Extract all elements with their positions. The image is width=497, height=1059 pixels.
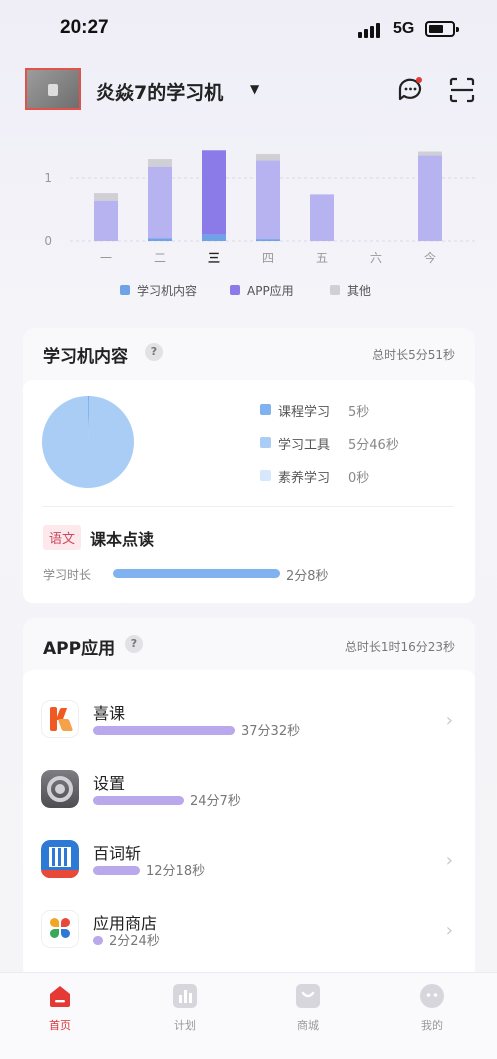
x-tick-label[interactable]: 三 (208, 251, 220, 265)
legend-label: 其他 (347, 284, 371, 298)
legend-swatch (260, 404, 271, 415)
profile-icon (420, 984, 444, 1008)
app-store-icon (41, 910, 79, 948)
learning-card-title: 学习机内容 (43, 347, 128, 367)
scan-icon[interactable] (448, 76, 476, 104)
app-card-total: 总时长1时16分23秒 (344, 640, 455, 654)
bar-APP应用-四 (256, 160, 280, 240)
chevron-right-icon[interactable]: › (446, 850, 453, 871)
app-usage-time: 37分32秒 (241, 724, 301, 739)
learning-pie-chart (42, 396, 134, 488)
app-row-1[interactable]: 喜课 37分32秒 › (23, 692, 475, 762)
legend-label: 学习机内容 (137, 283, 197, 298)
bar-其他-四 (256, 154, 280, 161)
plan-icon (173, 984, 197, 1008)
xike-app-icon (41, 700, 79, 738)
bar-其他-今 (418, 151, 442, 156)
app-card-title: APP应用 (43, 639, 116, 659)
tab-label: 首页 (49, 1019, 71, 1032)
legend-value: 5分46秒 (348, 438, 399, 453)
status-time: 20:27 (60, 17, 109, 38)
app-name: 设置 (93, 774, 126, 793)
study-duration-label: 学习时长 (43, 568, 92, 582)
y-tick-label: 1 (44, 171, 52, 185)
device-name[interactable]: 炎焱7的学习机 (96, 78, 223, 105)
app-usage-bar (93, 866, 140, 875)
baicizhan-app-icon (41, 840, 79, 878)
bottom-tab-bar: 首页 计划 商城 我的 (0, 972, 497, 1059)
chevron-right-icon[interactable]: › (446, 710, 453, 731)
bar-APP应用-二 (148, 166, 172, 239)
legend-label: 学习工具 (278, 438, 331, 453)
app-usage-bar (93, 726, 235, 735)
divider (43, 506, 453, 507)
app-usage-bar (93, 796, 184, 805)
app-usage-time: 12分18秒 (146, 864, 206, 879)
learning-card-total: 总时长5分51秒 (372, 348, 455, 362)
legend-label: 课程学习 (278, 405, 331, 420)
settings-app-icon (41, 770, 79, 808)
x-tick-label[interactable]: 四 (262, 251, 274, 265)
bar-学习机内容-三 (202, 234, 226, 241)
legend-label: APP应用 (247, 283, 294, 298)
legend-swatch (120, 285, 130, 295)
legend-swatch (260, 470, 271, 481)
tab-label: 商城 (297, 1019, 319, 1032)
home-icon (50, 986, 70, 1007)
device-avatar[interactable] (25, 68, 81, 110)
legend-swatch (330, 285, 340, 295)
study-duration-bar (113, 569, 280, 578)
chevron-down-icon[interactable]: ▼ (250, 82, 259, 96)
weekly-usage-chart: 0 1 一 二 三 四 五 六 今学习机内容 APP应用 其他 (44, 150, 475, 298)
legend-value: 0秒 (348, 471, 370, 486)
legend-swatch (230, 285, 240, 295)
x-tick-label[interactable]: 五 (316, 251, 328, 265)
book-title[interactable]: 课本点读 (90, 526, 154, 550)
app-usage-time: 24分7秒 (190, 794, 241, 809)
tab-mall[interactable]: 商城 (268, 983, 348, 1033)
chevron-right-icon[interactable]: › (446, 920, 453, 941)
bar-其他-二 (148, 159, 172, 167)
bar-APP应用-一 (94, 200, 118, 241)
help-icon[interactable]: ? (145, 343, 163, 361)
shopping-bag-icon (296, 984, 320, 1008)
x-tick-label[interactable]: 六 (370, 251, 382, 265)
x-tick-label[interactable]: 一 (100, 251, 112, 265)
app-name: 喜课 (93, 704, 126, 723)
legend-value: 5秒 (348, 405, 370, 420)
legend-swatch (260, 437, 271, 448)
bar-APP应用-五 (310, 194, 334, 241)
signal-icon (358, 22, 384, 38)
tab-label: 我的 (421, 1019, 443, 1032)
app-name: 百词斩 (93, 844, 142, 863)
legend-label: 素养学习 (278, 471, 331, 486)
study-duration-value: 2分8秒 (286, 569, 329, 584)
tab-home[interactable]: 首页 (20, 983, 100, 1033)
network-label: 5G (393, 20, 415, 37)
y-tick-label: 0 (44, 234, 52, 248)
bar-学习机内容-二 (148, 238, 172, 241)
pie-slice (42, 396, 134, 488)
app-usage-time: 2分24秒 (109, 934, 160, 949)
x-tick-label[interactable]: 二 (154, 251, 166, 265)
tab-mine[interactable]: 我的 (392, 983, 472, 1033)
message-icon[interactable] (396, 76, 424, 104)
app-row-2[interactable]: 设置 24分7秒 (23, 762, 475, 832)
bar-其他-一 (94, 193, 118, 201)
bar-APP应用-三 (202, 150, 226, 235)
bar-APP应用-今 (418, 155, 442, 241)
app-usage-bar (93, 936, 103, 945)
header: 炎焱7的学习机 ▼ (0, 60, 497, 120)
battery-icon (425, 21, 459, 37)
tab-plan[interactable]: 计划 (145, 983, 225, 1033)
tab-label: 计划 (174, 1019, 196, 1032)
subject-tag: 语文 (43, 525, 82, 550)
x-tick-label[interactable]: 今 (424, 250, 436, 265)
app-row-4[interactable]: 应用商店 2分24秒 › (23, 902, 475, 972)
status-bar: 20:27 5G (0, 0, 497, 56)
bar-学习机内容-四 (256, 239, 280, 241)
app-row-3[interactable]: 百词斩 12分18秒 › (23, 832, 475, 902)
help-icon[interactable]: ? (125, 635, 143, 653)
